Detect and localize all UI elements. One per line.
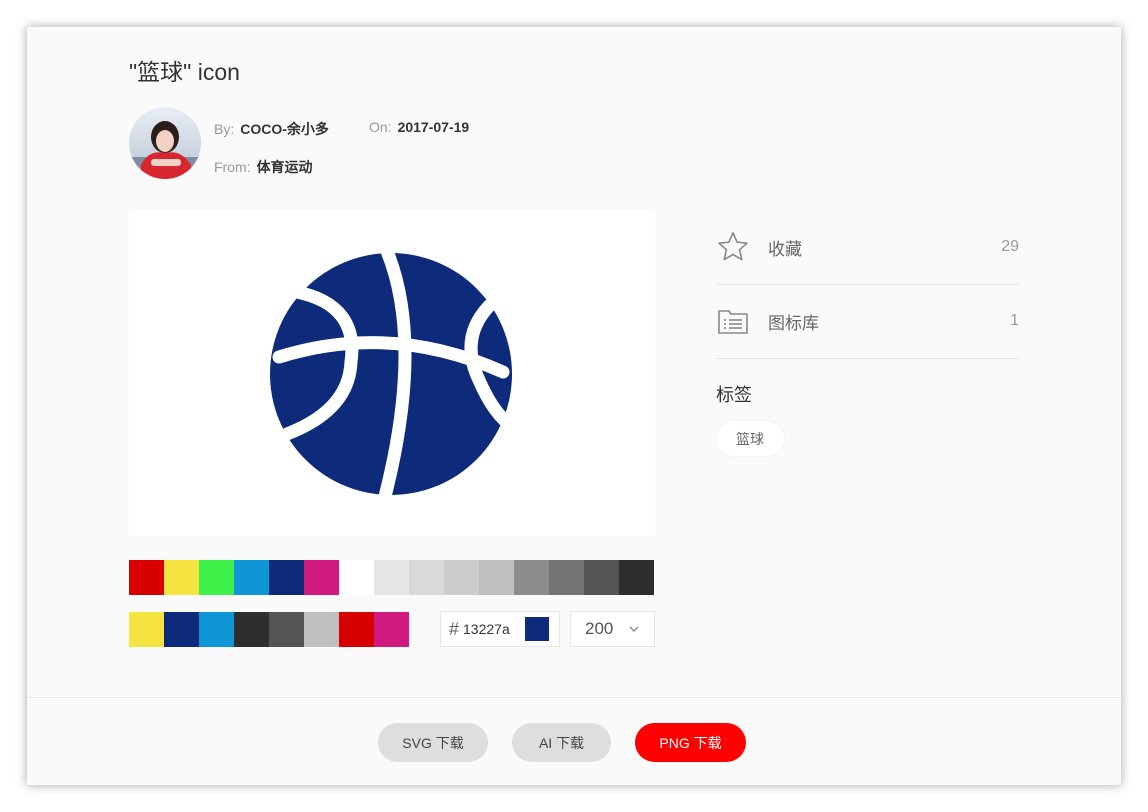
author-info: By: COCO-余小多 xyxy=(214,119,329,139)
from-label: From: xyxy=(214,159,251,175)
color-swatch[interactable] xyxy=(339,612,374,647)
chevron-down-icon xyxy=(629,626,639,632)
color-swatch[interactable] xyxy=(234,612,269,647)
svg-download-button[interactable]: SVG 下载 xyxy=(378,723,488,762)
avatar-image xyxy=(129,107,201,179)
color-swatch[interactable] xyxy=(304,560,339,595)
size-select[interactable]: 200 xyxy=(570,611,655,647)
color-swatch[interactable] xyxy=(479,560,514,595)
color-swatch[interactable] xyxy=(444,560,479,595)
color-swatch[interactable] xyxy=(164,560,199,595)
by-label: By: xyxy=(214,121,235,137)
favorite-label: 收藏 xyxy=(768,239,802,259)
basketball-icon xyxy=(270,237,520,515)
palette-row-1 xyxy=(129,560,654,595)
size-value: 200 xyxy=(585,619,614,638)
color-swatch[interactable] xyxy=(129,560,164,595)
color-swatch[interactable] xyxy=(409,560,444,595)
tag-chip[interactable]: 篮球 xyxy=(716,421,784,456)
png-download-button[interactable]: PNG 下载 xyxy=(635,723,746,762)
hex-value[interactable]: 13227a xyxy=(463,621,519,637)
color-swatch[interactable] xyxy=(619,560,654,595)
author-name[interactable]: COCO-余小多 xyxy=(240,121,329,137)
collection-info: From: 体育运动 xyxy=(214,157,313,177)
color-swatch[interactable] xyxy=(199,560,234,595)
palette-row-2 xyxy=(129,612,409,647)
icon-detail-card: "篮球" icon By: COCO-余小多 On: 2017-07-19 From… xyxy=(27,27,1121,785)
hash-symbol: # xyxy=(449,618,460,639)
download-footer: SVG 下载 AI 下载 PNG 下载 xyxy=(27,697,1121,786)
ai-download-button[interactable]: AI 下载 xyxy=(512,723,611,762)
color-swatch[interactable] xyxy=(164,612,199,647)
on-label: On: xyxy=(369,119,392,135)
color-swatch[interactable] xyxy=(269,612,304,647)
upload-date: 2017-07-19 xyxy=(397,119,470,135)
current-color-swatch[interactable] xyxy=(525,617,550,641)
favorite-row[interactable]: 收藏 29 xyxy=(716,210,1019,285)
color-swatch[interactable] xyxy=(549,560,584,595)
color-swatch[interactable] xyxy=(339,560,374,595)
color-swatch[interactable] xyxy=(374,612,409,647)
color-swatch[interactable] xyxy=(584,560,619,595)
star-icon[interactable] xyxy=(716,230,750,264)
icon-preview xyxy=(129,210,655,536)
library-row[interactable]: 图标库 1 xyxy=(716,284,1019,359)
date-info: On: 2017-07-19 xyxy=(369,119,469,135)
color-swatch[interactable] xyxy=(374,560,409,595)
avatar[interactable] xyxy=(129,107,201,179)
collection-name[interactable]: 体育运动 xyxy=(257,159,313,175)
library-label: 图标库 xyxy=(768,313,819,333)
color-swatch[interactable] xyxy=(514,560,549,595)
color-hex-input[interactable]: # 13227a xyxy=(440,611,560,647)
color-swatch[interactable] xyxy=(199,612,234,647)
color-swatch[interactable] xyxy=(129,612,164,647)
color-swatch[interactable] xyxy=(234,560,269,595)
color-swatch[interactable] xyxy=(269,560,304,595)
library-count: 1 xyxy=(1010,312,1019,329)
folder-list-icon xyxy=(718,310,748,334)
color-swatch[interactable] xyxy=(304,612,339,647)
favorite-count: 29 xyxy=(1001,238,1019,255)
tags-heading: 标签 xyxy=(716,385,752,405)
page-title: "篮球" icon xyxy=(129,59,240,85)
